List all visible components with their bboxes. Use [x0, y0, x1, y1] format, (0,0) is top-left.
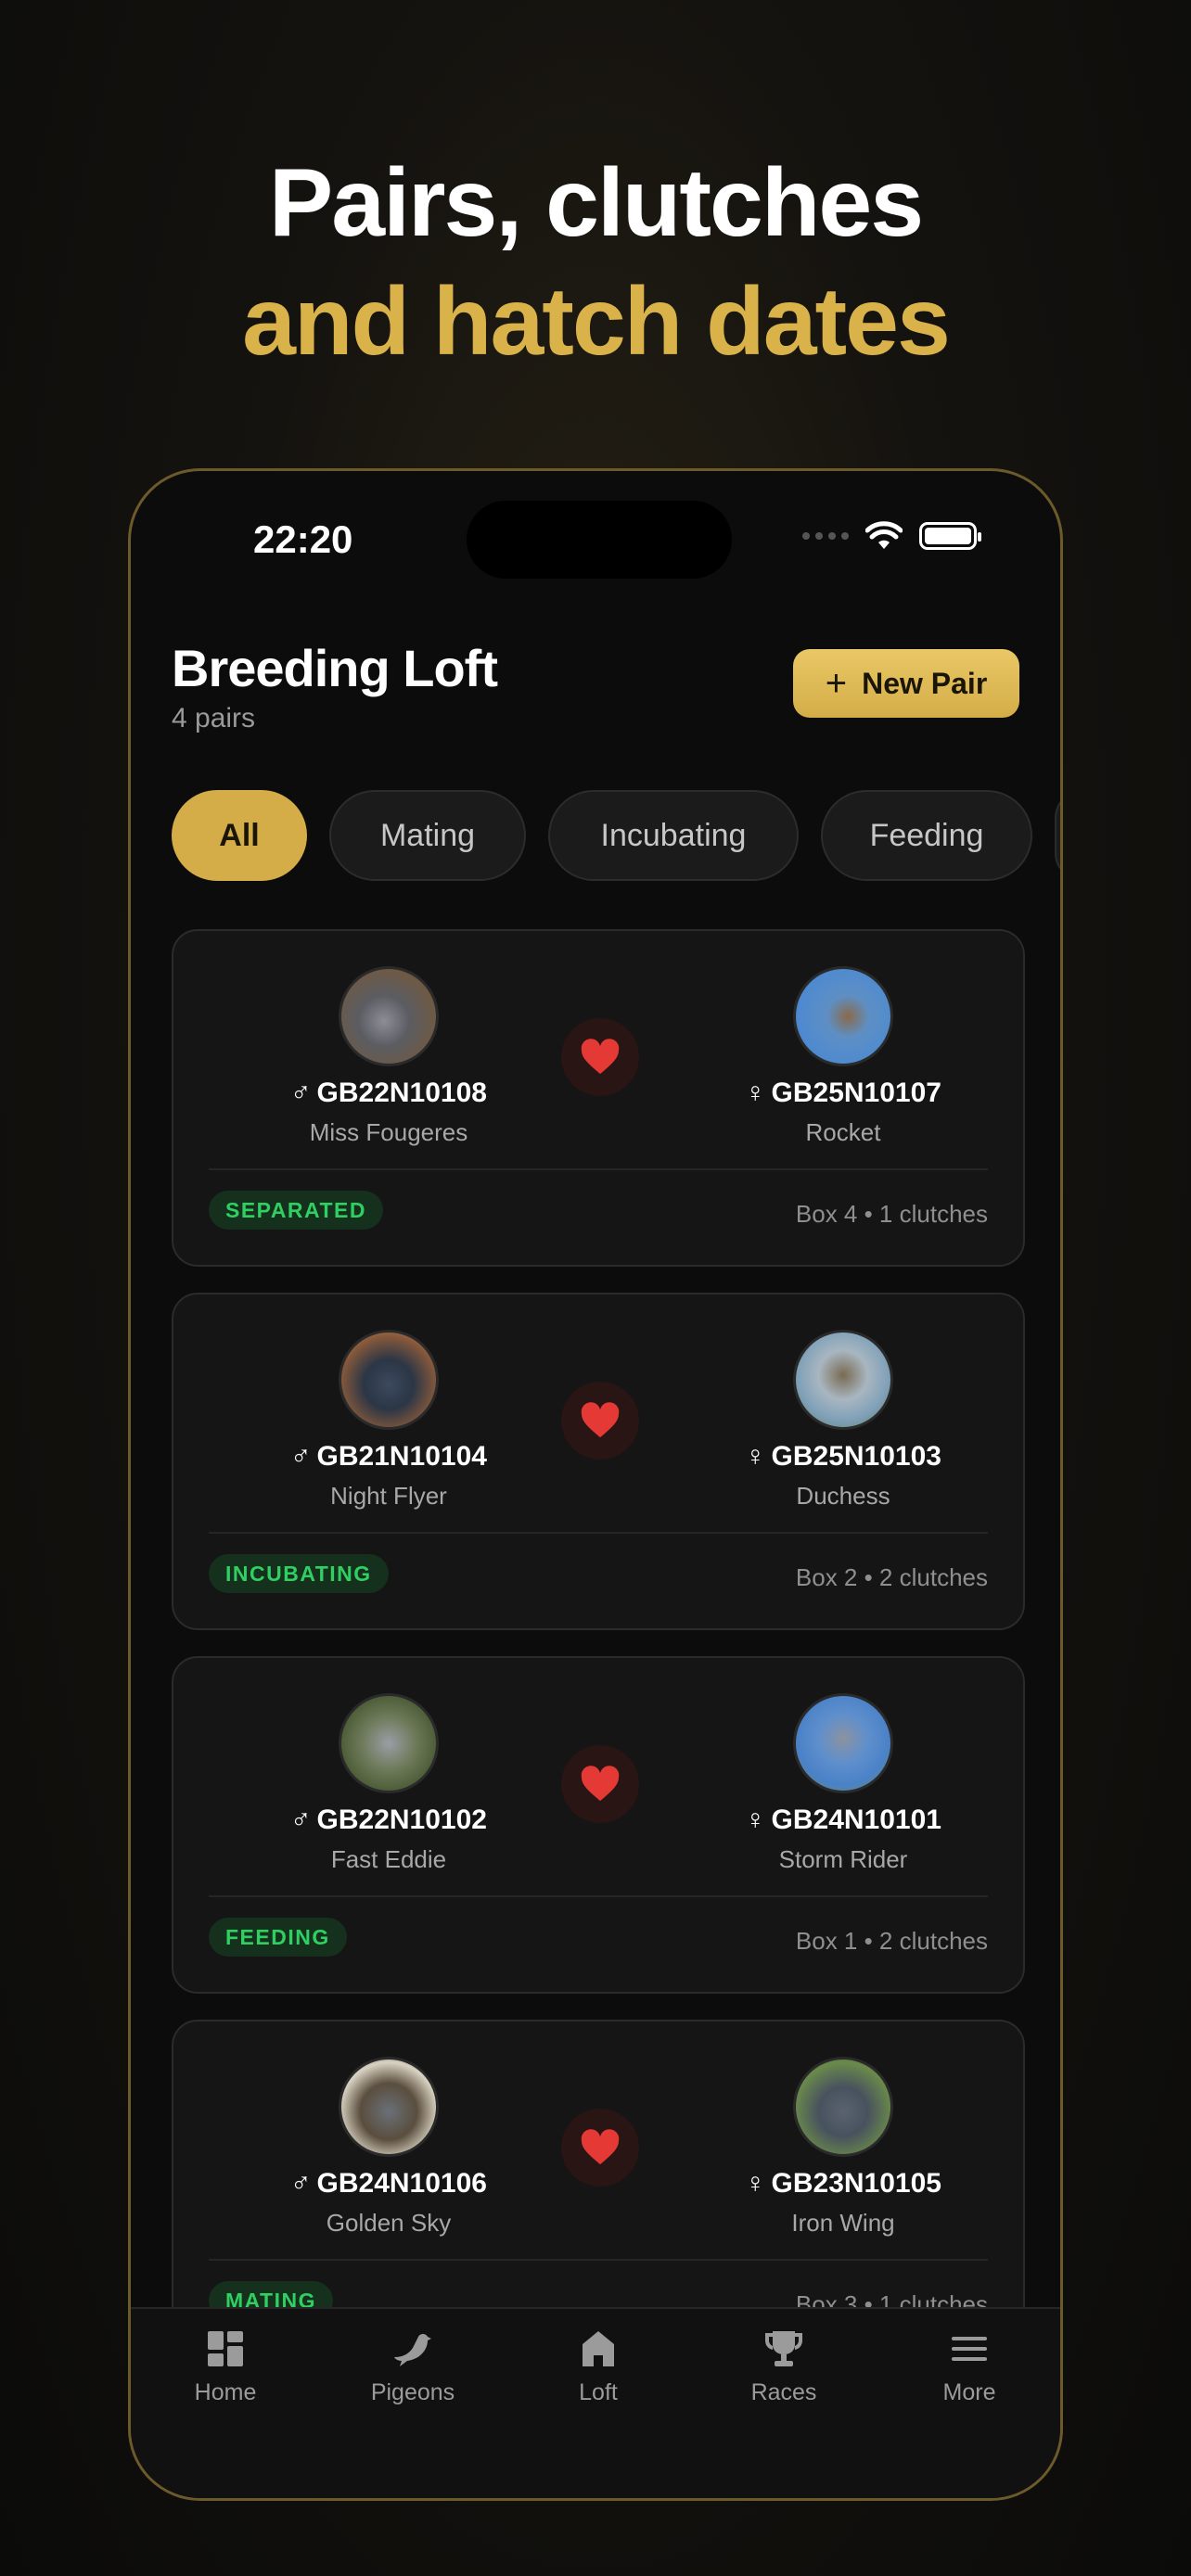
pigeon-photo — [793, 1330, 893, 1430]
male-bird: ♂ GB22N10102 Fast Eddie — [268, 1693, 509, 1874]
heart-icon — [561, 1745, 639, 1823]
pair-card[interactable]: ♂ GB22N10108 Miss Fougeres ♀ GB25N10107 Ro… — [172, 929, 1025, 1267]
female-bird: ♀ GB23N10105 Iron Wing — [723, 2057, 964, 2238]
page-title: Breeding Loft — [172, 639, 498, 697]
divider — [209, 1532, 988, 1534]
male-bird: ♂ GB21N10104 Night Flyer — [268, 1330, 509, 1511]
male-bird: ♂ GB22N10108 Miss Fougeres — [268, 966, 509, 1147]
tab-more[interactable]: More — [895, 2329, 1044, 2406]
ring-number: GB21N10104 — [316, 1441, 487, 1472]
male-icon: ♂ — [290, 1078, 312, 1108]
loft-house-icon — [583, 2331, 614, 2366]
status-badge: INCUBATING — [209, 1554, 389, 1593]
female-bird: ♀ GB25N10103 Duchess — [723, 1330, 964, 1511]
tab-races[interactable]: Races — [710, 2329, 858, 2406]
pair-card[interactable]: ♂ GB21N10104 Night Flyer ♀ GB25N10103 Duch… — [172, 1293, 1025, 1630]
wifi-icon — [865, 521, 903, 549]
pair-card[interactable]: ♂ GB22N10102 Fast Eddie ♀ GB24N10101 Storm… — [172, 1656, 1025, 1994]
home-grid-icon — [208, 2331, 243, 2366]
heart-icon — [561, 1382, 639, 1460]
pair-meta: Box 2 • 2 clutches — [795, 1563, 988, 1591]
trophy-icon — [765, 2331, 802, 2366]
divider — [209, 1168, 988, 1170]
tab-home[interactable]: Home — [151, 2329, 300, 2406]
filter-mating[interactable]: Mating — [329, 790, 526, 881]
menu-icon — [952, 2337, 987, 2361]
filter-all[interactable]: All — [172, 790, 307, 881]
female-bird: ♀ GB24N10101 Storm Rider — [723, 1693, 964, 1874]
pigeon-name: Night Flyer — [330, 1482, 447, 1510]
pair-meta: Box 4 • 1 clutches — [795, 1200, 988, 1228]
signal-icon — [802, 532, 849, 540]
filter-chips: All Mating Incubating Feeding — [172, 790, 1060, 881]
phone-frame: 22:20 Breeding Loft 4 pairs + New Pair A… — [128, 468, 1063, 2501]
pigeon-photo — [793, 1693, 893, 1793]
pigeon-photo — [339, 2057, 439, 2157]
filter-incubating[interactable]: Incubating — [548, 790, 799, 881]
status-badge: FEEDING — [209, 1918, 347, 1957]
heart-icon — [561, 2109, 639, 2187]
pigeon-name: Rocket — [805, 1118, 881, 1146]
divider — [209, 2259, 988, 2261]
female-icon: ♀ — [745, 1078, 766, 1108]
pigeon-name: Miss Fougeres — [309, 1118, 468, 1146]
new-pair-button[interactable]: + New Pair — [793, 649, 1019, 718]
filter-feeding[interactable]: Feeding — [821, 790, 1032, 881]
tab-label: More — [942, 2379, 996, 2405]
pigeon-name: Duchess — [796, 1482, 890, 1510]
male-icon: ♂ — [290, 1441, 312, 1472]
tab-label: Pigeons — [370, 2379, 455, 2405]
male-bird: ♂ GB24N10106 Golden Sky — [268, 2057, 509, 2238]
dove-icon — [394, 2334, 431, 2366]
female-icon: ♀ — [745, 2168, 766, 2199]
female-icon: ♀ — [745, 1441, 766, 1472]
tab-pigeons[interactable]: Pigeons — [339, 2329, 487, 2406]
status-badge: SEPARATED — [209, 1191, 383, 1230]
female-icon: ♀ — [745, 1804, 766, 1835]
pigeon-name: Storm Rider — [778, 1845, 908, 1873]
dynamic-island — [467, 501, 732, 579]
status-time: 22:20 — [253, 517, 353, 561]
status-icons — [802, 521, 981, 551]
pair-count: 4 pairs — [172, 703, 256, 733]
tab-label: Loft — [579, 2379, 618, 2405]
tab-loft[interactable]: Loft — [524, 2329, 672, 2406]
ring-number: GB25N10103 — [771, 1441, 941, 1472]
male-icon: ♂ — [290, 1804, 312, 1835]
ring-number: GB24N10106 — [316, 2168, 487, 2199]
ring-number: GB24N10101 — [771, 1804, 941, 1835]
ring-number: GB22N10108 — [316, 1078, 487, 1108]
female-bird: ♀ GB25N10107 Rocket — [723, 966, 964, 1147]
tab-label: Races — [750, 2379, 817, 2405]
pigeon-name: Golden Sky — [326, 2209, 452, 2237]
filter-more[interactable] — [1055, 790, 1060, 881]
pair-meta: Box 1 • 2 clutches — [795, 1927, 988, 1955]
tab-bar: Home Pigeons Loft Races More — [131, 2307, 1060, 2498]
battery-icon — [919, 522, 981, 550]
pigeon-photo — [793, 2057, 893, 2157]
pigeon-photo — [339, 966, 439, 1066]
heart-icon — [561, 1018, 639, 1096]
pigeon-name: Fast Eddie — [330, 1845, 447, 1873]
tab-label: Home — [194, 2379, 257, 2405]
divider — [209, 1895, 988, 1897]
ring-number: GB22N10102 — [316, 1804, 487, 1835]
ring-number: GB25N10107 — [771, 1078, 941, 1108]
hero-line-2: and hatch dates — [242, 268, 951, 376]
pigeon-photo — [339, 1330, 439, 1430]
pigeon-photo — [793, 966, 893, 1066]
plus-icon: + — [825, 663, 848, 704]
new-pair-label: New Pair — [862, 666, 988, 700]
male-icon: ♂ — [290, 2168, 312, 2199]
hero-line-1: Pairs, clutches — [268, 149, 924, 257]
pigeon-name: Iron Wing — [791, 2209, 895, 2237]
pigeon-photo — [339, 1693, 439, 1793]
ring-number: GB23N10105 — [771, 2168, 941, 2199]
